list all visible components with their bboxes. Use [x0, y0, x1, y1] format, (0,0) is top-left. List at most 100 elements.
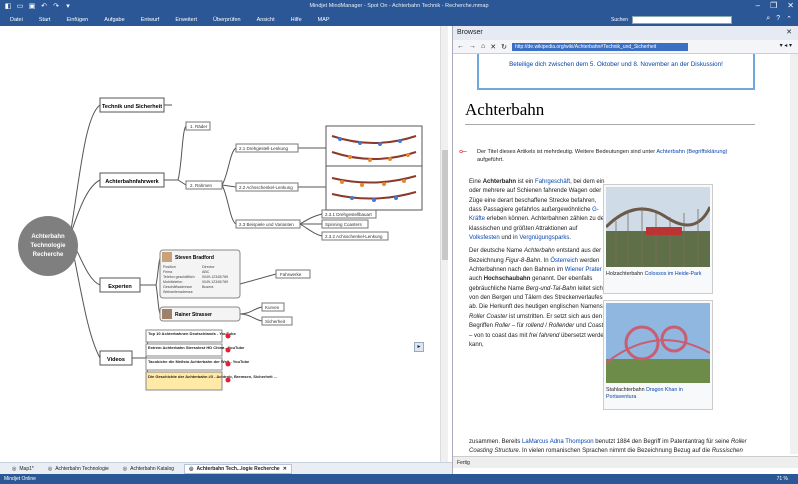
article-link[interactable]: LaMarcus Adna Thompson	[522, 439, 594, 445]
article-text: . In	[540, 257, 551, 264]
banner-notice[interactable]: Beteilige dich zwischen dem 5. Oktober u…	[477, 54, 755, 90]
map-vertical-scrollbar[interactable]	[440, 26, 448, 462]
disambiguation-link[interactable]: Achterbahn (Begriffsklärung)	[656, 149, 727, 155]
svg-text:0049-12345/789: 0049-12345/789	[202, 280, 228, 284]
subtopic-drehgestell[interactable]: 2.1 Drehgestell-Lenkung	[235, 143, 299, 153]
svg-text:0049-12345/789: 0049-12345/789	[202, 275, 228, 279]
maximize-button[interactable]: ❐	[770, 1, 777, 10]
article-link[interactable]: Österreich	[550, 258, 578, 264]
refresh-icon[interactable]: ↻	[501, 43, 507, 51]
menu-einfuegen[interactable]: Einfügen	[66, 17, 88, 23]
close-icon[interactable]: ✕	[786, 28, 792, 36]
svg-text:Achterbahnfahrwerk: Achterbahnfahrwerk	[105, 179, 159, 185]
title-divider	[465, 124, 755, 125]
youtube-link-icon[interactable]	[225, 361, 231, 367]
article-link[interactable]: Volksfesten	[469, 235, 500, 241]
svg-text:1. Räder: 1. Räder	[190, 124, 208, 129]
video-item-4[interactable]: Die Geschichte der Achterbahn #3 - Achtr…	[145, 371, 277, 391]
close-tab-icon[interactable]: ✕	[283, 466, 287, 472]
tab-technologie[interactable]: ◎ Achterbahn Technologie	[44, 465, 113, 473]
track-image-1[interactable]	[325, 125, 423, 171]
subtopic-raeder[interactable]: 1. Räder	[185, 121, 211, 131]
dropdown-icon[interactable]: ▾ ◂ ▾	[780, 43, 792, 49]
topic-fahrwerk[interactable]: Achterbahnfahrwerk	[99, 172, 165, 188]
video-item-1[interactable]: Top 10 Achterbahnen Deutschlands - YouTu…	[145, 329, 237, 343]
topic-videos[interactable]: Videos	[99, 350, 133, 366]
svg-text:2. Rahmen: 2. Rahmen	[190, 183, 213, 188]
back-icon[interactable]: ←	[457, 43, 464, 50]
search-input[interactable]	[632, 16, 732, 24]
expert-card-2[interactable]: Rainer Strasser	[159, 306, 241, 322]
article-text: Eine	[469, 179, 483, 185]
central-topic-line3: Recherche	[33, 252, 64, 258]
close-button[interactable]: ✕	[787, 1, 794, 10]
search-label: Suchen	[611, 17, 628, 23]
image-colossos[interactable]: Holzachterbahn Colossos im Heide-Park	[603, 184, 713, 294]
article-link[interactable]: Vergnügungsparks	[519, 235, 569, 241]
svg-text:Position: Position	[163, 265, 176, 269]
track-image-2[interactable]	[325, 165, 423, 211]
map-icon: ◎	[12, 465, 17, 472]
tab-katalog[interactable]: ◎ Achterbahn Katalog	[119, 465, 178, 473]
menu-ansicht[interactable]: Ansicht	[257, 17, 275, 23]
hatnote-text: Der Titel dieses Artikels ist mehrdeutig…	[477, 149, 656, 155]
topic-experten[interactable]: Experten	[99, 277, 141, 293]
video-item-3[interactable]: Tacobiche die Meilsto Achterbahn der Wel…	[145, 357, 250, 371]
help-icon[interactable]: ?	[776, 15, 780, 23]
ribbon-collapse-icon[interactable]: ⌃	[786, 15, 792, 23]
forward-icon[interactable]: →	[469, 43, 476, 50]
browser-scrollbar[interactable]	[790, 54, 798, 454]
coaster-photo-1	[604, 187, 712, 267]
caption-link[interactable]: Colossos im Heide-Park	[645, 271, 702, 277]
menu-start[interactable]: Start	[39, 17, 51, 23]
menu-datei[interactable]: Datei	[10, 17, 23, 23]
svg-text:Technik und Sicherheit: Technik und Sicherheit	[102, 104, 162, 110]
subtopic-sicherheit[interactable]: Sicherheit	[261, 316, 293, 326]
menu-map[interactable]: MAP	[318, 17, 330, 23]
expert-card-1[interactable]: Steven Bradford Position Director Firma AB…	[159, 249, 241, 299]
topic-technik[interactable]: Technik und Sicherheit	[99, 97, 165, 113]
web-page[interactable]: Beteilige dich zwischen dem 5. Oktober u…	[453, 54, 798, 454]
collapse-pane-button[interactable]: ▸	[414, 342, 424, 352]
ribbon-tools: ⌕ ? ⌃	[766, 15, 792, 23]
subtopic-drehgestellbauart[interactable]: 2.3.1 Drehgestellbauart	[321, 209, 377, 219]
subtopic-achsschenkel[interactable]: 2.2 Achsschenkel-Lenkung	[235, 182, 299, 192]
menu-hilfe[interactable]: Hilfe	[291, 17, 302, 23]
article-link[interactable]: Wiener Prater	[565, 267, 602, 273]
article-text: – für	[510, 323, 526, 330]
stop-icon[interactable]: ✕	[490, 43, 496, 51]
menu-aufgabe[interactable]: Aufgabe	[104, 17, 125, 23]
minimize-button[interactable]: –	[756, 1, 760, 10]
image-dragon-khan[interactable]: Stahlachterbahn Dragon Khan in Portavent…	[603, 300, 713, 410]
menu-ueberpruefen[interactable]: Überprüfen	[213, 17, 241, 23]
youtube-link-icon[interactable]	[225, 377, 231, 383]
youtube-link-icon[interactable]	[225, 333, 231, 339]
subtopic-spinning[interactable]: Spinning Coasters	[321, 219, 369, 229]
menu-entwurf[interactable]: Entwurf	[141, 17, 160, 23]
article-link[interactable]: Fahrgeschäft	[535, 179, 570, 185]
youtube-link-icon[interactable]	[225, 347, 231, 353]
svg-text:2.3.2 Achsschenkel-Lenkung: 2.3.2 Achsschenkel-Lenkung	[325, 234, 383, 239]
map-canvas[interactable]: Achterbahn Technologie Recherche Technik…	[0, 26, 438, 462]
article-text: Hochschaubahn	[483, 276, 531, 283]
subtopic-beispiele[interactable]: 2.3 Beispiele und Varianten	[235, 219, 301, 229]
zoom-level[interactable]: 71 %	[777, 474, 788, 484]
caption-text: Stahlachterbahn	[606, 387, 647, 393]
svg-text:ABC: ABC	[202, 270, 210, 274]
mindmanager-window: ◧ ▭ ▣ ↶ ↷ ▾ Mindjet MindManager - Spot O…	[0, 0, 798, 484]
scrollbar-thumb[interactable]	[442, 150, 448, 260]
subtopic-fahrwerke[interactable]: Fahrwerke	[275, 269, 311, 279]
tab-map1[interactable]: ◎ Map1*	[8, 465, 38, 473]
menu-erweitert[interactable]: Erweitert	[175, 17, 197, 23]
home-icon[interactable]: ⌂	[481, 43, 485, 50]
subtopic-rahmen[interactable]: 2. Rahmen	[185, 180, 223, 190]
tab-recherche[interactable]: ◎ Achterbahn Tech...logie Recherche ✕	[184, 463, 292, 474]
address-bar[interactable]: http://de.wikipedia.org/wiki/Achterbahn#…	[511, 42, 688, 51]
subtopic-kurven[interactable]: Kurven	[261, 302, 285, 312]
subtopic-achsschenkel-2[interactable]: 2.3.2 Achsschenkel-Lenkung	[321, 231, 389, 241]
article-text: Der deutsche Name	[469, 248, 525, 255]
search-icon[interactable]: ⌕	[766, 15, 770, 23]
browser-header: Browser ✕	[453, 26, 798, 40]
map-icon: ◎	[122, 465, 128, 472]
svg-text:Sicherheit: Sicherheit	[265, 319, 286, 324]
